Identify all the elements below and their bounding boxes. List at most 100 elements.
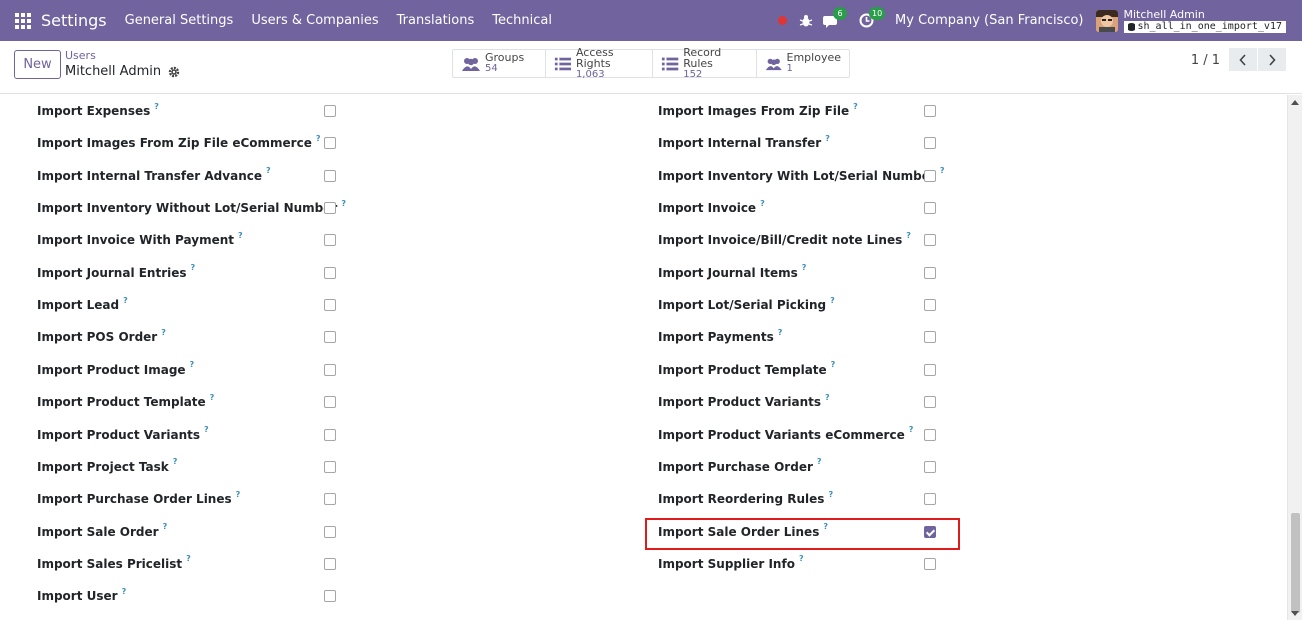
menu-general-settings[interactable]: General Settings bbox=[125, 13, 234, 28]
setting-checkbox[interactable] bbox=[324, 396, 336, 409]
bug-icon[interactable] bbox=[799, 14, 813, 28]
menu-technical[interactable]: Technical bbox=[492, 13, 552, 28]
setting-label[interactable]: Import Images From Zip File eCommerce bbox=[37, 136, 312, 150]
help-tooltip-icon[interactable]: ? bbox=[909, 425, 914, 434]
scroll-thumb[interactable] bbox=[1291, 513, 1300, 613]
setting-label[interactable]: Import Invoice With Payment bbox=[37, 233, 234, 247]
setting-checkbox[interactable] bbox=[924, 169, 936, 182]
pager-value[interactable]: 1 / 1 bbox=[1191, 53, 1220, 68]
help-tooltip-icon[interactable]: ? bbox=[825, 134, 830, 143]
setting-label[interactable]: Import Product Template bbox=[658, 363, 827, 377]
setting-checkbox[interactable] bbox=[924, 363, 936, 376]
messages-button[interactable]: 6 bbox=[823, 6, 848, 29]
setting-label[interactable]: Import Invoice bbox=[658, 201, 756, 215]
help-tooltip-icon[interactable]: ? bbox=[940, 166, 945, 175]
help-tooltip-icon[interactable]: ? bbox=[828, 490, 833, 499]
help-tooltip-icon[interactable]: ? bbox=[830, 296, 835, 305]
setting-checkbox[interactable] bbox=[324, 137, 336, 150]
help-tooltip-icon[interactable]: ? bbox=[122, 587, 127, 596]
help-tooltip-icon[interactable]: ? bbox=[817, 457, 822, 466]
help-tooltip-icon[interactable]: ? bbox=[190, 360, 195, 369]
gear-icon[interactable] bbox=[168, 66, 180, 78]
access-rights-stat-button[interactable]: Access Rights 1,063 bbox=[546, 46, 653, 79]
help-tooltip-icon[interactable]: ? bbox=[760, 199, 765, 208]
apps-menu-icon[interactable] bbox=[15, 12, 31, 29]
setting-checkbox[interactable] bbox=[924, 105, 936, 117]
pager-next-button[interactable] bbox=[1258, 48, 1286, 71]
help-tooltip-icon[interactable]: ? bbox=[853, 102, 858, 111]
setting-checkbox[interactable] bbox=[324, 299, 336, 312]
scrollbar[interactable] bbox=[1287, 95, 1302, 620]
menu-users-companies[interactable]: Users & Companies bbox=[251, 13, 378, 28]
setting-label[interactable]: Import Journal Entries bbox=[37, 266, 187, 280]
setting-label[interactable]: Import Purchase Order bbox=[658, 460, 813, 474]
company-switcher[interactable]: My Company (San Francisco) bbox=[895, 13, 1083, 28]
recording-dot-icon[interactable] bbox=[778, 16, 788, 25]
help-tooltip-icon[interactable]: ? bbox=[238, 231, 243, 240]
setting-checkbox[interactable] bbox=[324, 590, 336, 603]
setting-checkbox[interactable] bbox=[924, 428, 936, 441]
record-rules-stat-button[interactable]: Record Rules 152 bbox=[653, 46, 757, 79]
setting-label[interactable]: Import Lot/Serial Picking bbox=[658, 298, 826, 312]
setting-label[interactable]: Import User bbox=[37, 589, 118, 603]
help-tooltip-icon[interactable]: ? bbox=[799, 554, 804, 563]
help-tooltip-icon[interactable]: ? bbox=[316, 134, 321, 143]
setting-label[interactable]: Import Internal Transfer bbox=[658, 136, 821, 150]
help-tooltip-icon[interactable]: ? bbox=[173, 457, 178, 466]
setting-label[interactable]: Import Sales Pricelist bbox=[37, 557, 182, 571]
help-tooltip-icon[interactable]: ? bbox=[186, 554, 191, 563]
setting-checkbox[interactable] bbox=[924, 460, 936, 473]
help-tooltip-icon[interactable]: ? bbox=[802, 263, 807, 272]
setting-checkbox[interactable] bbox=[324, 460, 336, 473]
setting-checkbox[interactable] bbox=[324, 557, 336, 570]
menu-translations[interactable]: Translations bbox=[397, 13, 475, 28]
setting-checkbox[interactable] bbox=[924, 557, 936, 570]
help-tooltip-icon[interactable]: ? bbox=[831, 360, 836, 369]
setting-checkbox[interactable] bbox=[324, 169, 336, 182]
setting-label[interactable]: Import Product Image bbox=[37, 363, 186, 377]
setting-checkbox[interactable] bbox=[924, 299, 936, 312]
scroll-down-arrow-icon[interactable] bbox=[1291, 611, 1299, 616]
help-tooltip-icon[interactable]: ? bbox=[161, 328, 166, 337]
help-tooltip-icon[interactable]: ? bbox=[341, 199, 346, 208]
setting-checkbox[interactable] bbox=[324, 105, 336, 117]
setting-label[interactable]: Import Lead bbox=[37, 298, 119, 312]
setting-label[interactable]: Import Journal Items bbox=[658, 266, 798, 280]
setting-checkbox[interactable] bbox=[324, 266, 336, 279]
setting-label[interactable]: Import Inventory Without Lot/Serial Numb… bbox=[37, 201, 337, 215]
setting-label[interactable]: Import Purchase Order Lines bbox=[37, 492, 232, 506]
setting-label[interactable]: Import Reordering Rules bbox=[658, 492, 824, 506]
app-brand[interactable]: Settings bbox=[41, 11, 107, 30]
help-tooltip-icon[interactable]: ? bbox=[906, 231, 911, 240]
setting-label[interactable]: Import Sale Order bbox=[37, 525, 159, 539]
setting-label[interactable]: Import Payments bbox=[658, 330, 774, 344]
pager-previous-button[interactable] bbox=[1229, 48, 1257, 71]
setting-label[interactable]: Import Product Template bbox=[37, 395, 206, 409]
setting-checkbox[interactable] bbox=[924, 234, 936, 247]
setting-checkbox[interactable] bbox=[324, 428, 336, 441]
setting-checkbox[interactable] bbox=[324, 363, 336, 376]
help-tooltip-icon[interactable]: ? bbox=[778, 328, 783, 337]
setting-checkbox[interactable] bbox=[324, 331, 336, 344]
setting-checkbox[interactable] bbox=[924, 493, 936, 506]
user-menu[interactable]: Mitchell Admin sh_all_in_one_import_v17 bbox=[1123, 9, 1286, 33]
setting-checkbox[interactable] bbox=[324, 202, 336, 215]
help-tooltip-icon[interactable]: ? bbox=[163, 522, 168, 531]
help-tooltip-icon[interactable]: ? bbox=[825, 393, 830, 402]
setting-label[interactable]: Import Invoice/Bill/Credit note Lines bbox=[658, 233, 902, 247]
setting-checkbox[interactable] bbox=[324, 525, 336, 538]
setting-label[interactable]: Import POS Order bbox=[37, 330, 157, 344]
setting-label[interactable]: Import Internal Transfer Advance bbox=[37, 169, 262, 183]
help-tooltip-icon[interactable]: ? bbox=[191, 263, 196, 272]
setting-label[interactable]: Import Inventory With Lot/Serial Number bbox=[658, 169, 936, 183]
setting-checkbox[interactable] bbox=[924, 331, 936, 344]
setting-label[interactable]: Import Product Variants bbox=[37, 428, 200, 442]
employee-stat-button[interactable]: Employee 1 bbox=[757, 50, 849, 77]
setting-checkbox[interactable] bbox=[924, 202, 936, 215]
groups-stat-button[interactable]: Groups 54 bbox=[453, 50, 546, 77]
help-tooltip-icon[interactable]: ? bbox=[204, 425, 209, 434]
setting-checkbox[interactable] bbox=[924, 266, 936, 279]
setting-label[interactable]: Import Product Variants bbox=[658, 395, 821, 409]
setting-label[interactable]: Import Expenses bbox=[37, 104, 150, 118]
setting-label[interactable]: Import Images From Zip File bbox=[658, 104, 849, 118]
